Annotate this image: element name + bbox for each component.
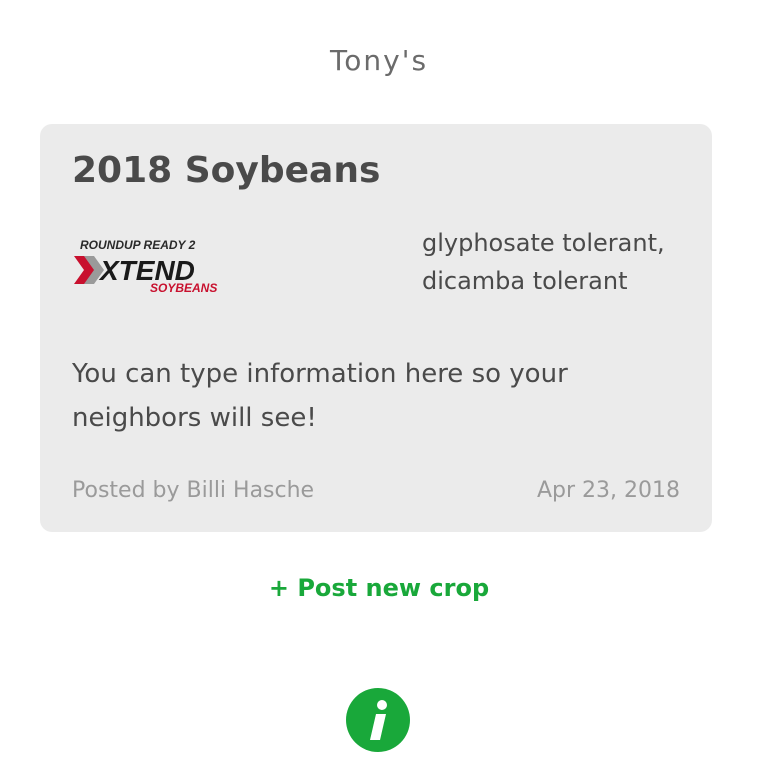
trait-glyphosate: glyphosate tolerant,: [422, 229, 665, 257]
roundup-xtend-logo: ROUNDUP READY 2 XTEND SOYBEANS: [72, 236, 242, 296]
posted-by-label: Posted by Billi Hasche: [72, 478, 315, 503]
info-icon[interactable]: [346, 688, 410, 752]
trait-dicamba: dicamba tolerant: [422, 267, 628, 295]
post-date: Apr 23, 2018: [536, 478, 680, 503]
post-new-crop-link[interactable]: + Post new crop: [0, 574, 758, 602]
crop-description: You can type information here so your ne…: [72, 359, 568, 433]
page-title: Tony's: [329, 44, 429, 77]
crop-card[interactable]: 2018 Soybeans ROUNDUP READY 2 XTEND SOYB…: [40, 124, 712, 532]
trait-list: glyphosate tolerant, dicamba tolerant: [422, 224, 692, 300]
crop-title: 2018 Soybeans: [72, 150, 381, 191]
logo-line-soybeans: SOYBEANS: [150, 281, 217, 295]
logo-line-roundup: ROUNDUP READY 2: [80, 238, 196, 252]
